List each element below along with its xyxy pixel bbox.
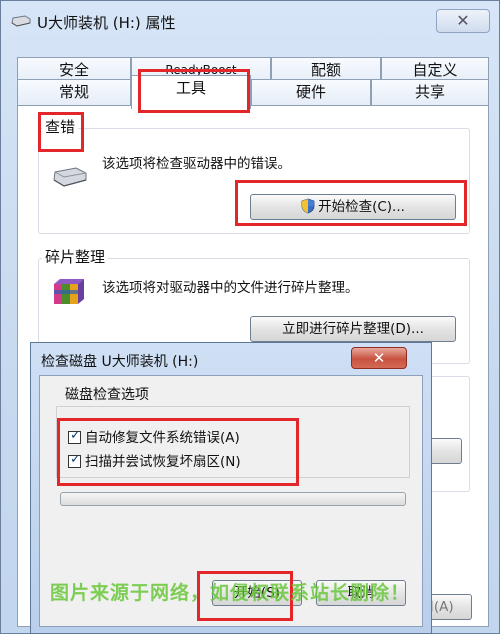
hard-drive-icon <box>53 167 87 187</box>
defrag-description: 该选项将对驱动器中的文件进行碎片整理。 <box>102 280 359 296</box>
title-bar: U大师装机 (H:) 属性 ✕ <box>1 1 499 41</box>
highlight-tools-tab <box>138 69 250 113</box>
tab-hardware[interactable]: 硬件 <box>251 79 371 105</box>
defrag-icon <box>54 279 84 304</box>
disk-options-title: 磁盘检查选项 <box>62 384 152 404</box>
highlight-start-check <box>235 180 467 226</box>
highlight-error-check-title <box>38 112 84 152</box>
tab-sharing[interactable]: 共享 <box>371 79 489 105</box>
watermark-text: 图片来源于网络，如侵权联系站长删除！ <box>50 582 411 604</box>
tab-strip: 安全 ReadyBoost 配额 自定义 常规 工具 硬件 共享 <box>17 51 489 109</box>
dialog-title: 检查磁盘 U大师装机 (H:) <box>41 354 199 370</box>
window-title: U大师装机 (H:) 属性 <box>37 14 176 32</box>
defrag-title: 碎片整理 <box>42 246 109 267</box>
tab-general[interactable]: 常规 <box>17 79 131 105</box>
dialog-close-button[interactable]: ✕ <box>351 347 407 369</box>
close-button[interactable]: ✕ <box>436 9 490 33</box>
drive-icon <box>11 15 31 27</box>
highlight-options <box>57 418 299 486</box>
defrag-button[interactable]: 立即进行碎片整理(D)... <box>250 316 456 342</box>
error-check-description: 该选项将检查驱动器中的错误。 <box>102 156 291 172</box>
check-progress-bar <box>60 492 406 506</box>
backup-button-partial[interactable] <box>428 438 462 464</box>
